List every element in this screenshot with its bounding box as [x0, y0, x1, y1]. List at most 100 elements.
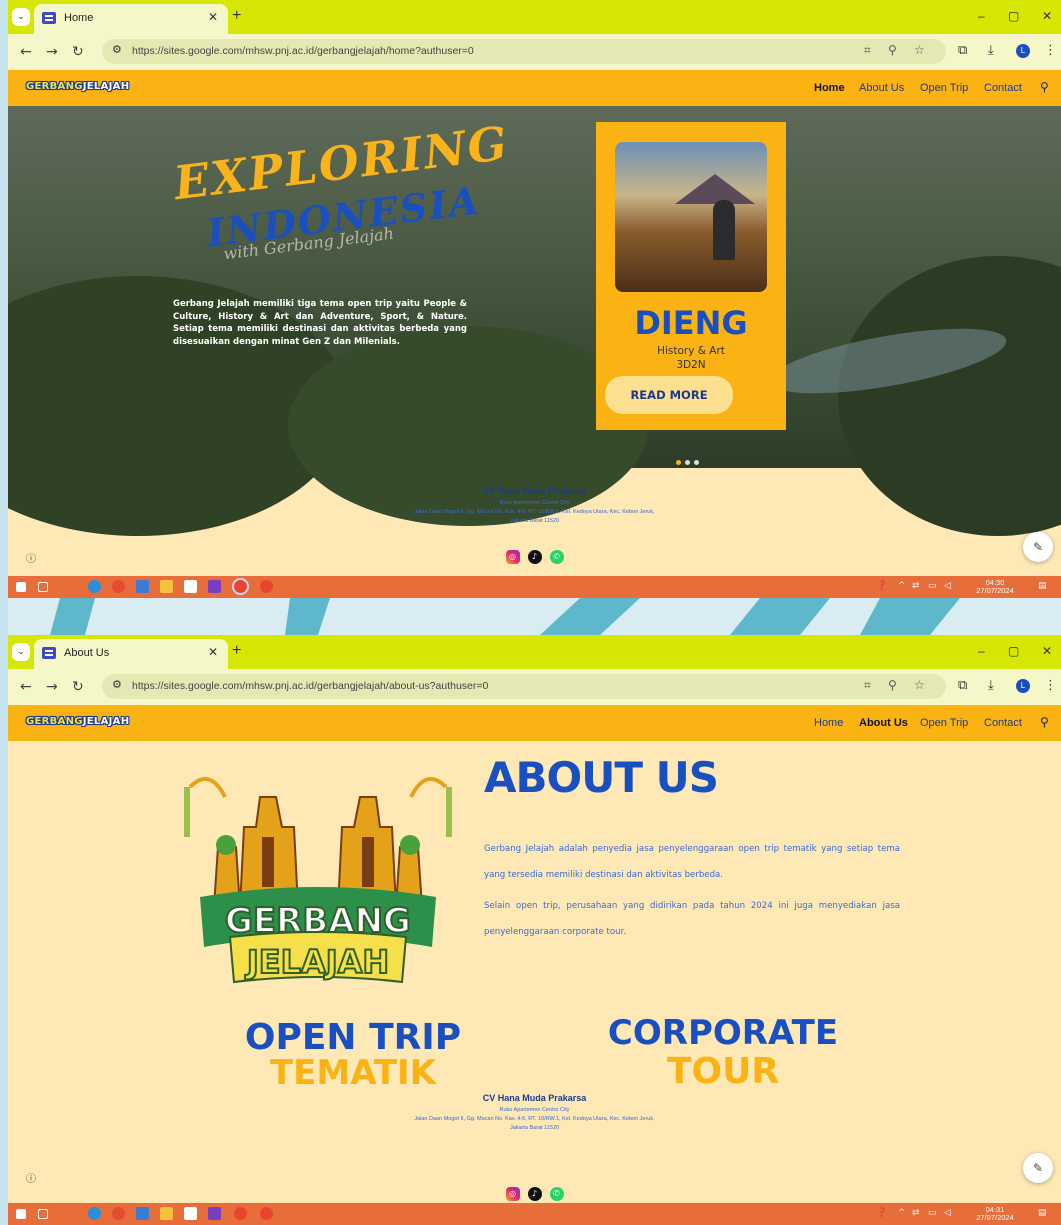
tiktok-icon[interactable]: ♪	[527, 549, 542, 564]
nav-contact[interactable]: Contact	[984, 717, 1022, 729]
edge-icon[interactable]	[88, 1207, 101, 1220]
store-icon[interactable]	[136, 1207, 149, 1220]
carousel-dot[interactable]	[694, 460, 699, 465]
help-icon[interactable]: ❓	[876, 581, 887, 591]
profile-avatar[interactable]: L	[1016, 44, 1030, 58]
tab-search-dropdown-icon[interactable]: ⌄	[12, 643, 30, 661]
nav-home[interactable]: Home	[814, 82, 845, 94]
instagram-icon[interactable]: ◎	[505, 1186, 520, 1201]
whatsapp-icon[interactable]: ✆	[549, 549, 564, 564]
chrome-window-icon[interactable]	[260, 580, 273, 593]
back-icon[interactable]: ←	[20, 679, 32, 695]
edit-pencil-icon[interactable]: ✎	[1023, 1153, 1053, 1183]
notification-icon[interactable]: ▤	[1038, 1208, 1047, 1218]
browser-menu-icon[interactable]: ⋮	[1044, 678, 1057, 693]
notepad-icon[interactable]	[184, 580, 197, 593]
browser-tab-home[interactable]: Home ✕	[34, 4, 228, 34]
extensions-icon[interactable]: ⧉	[958, 43, 967, 58]
chrome-window-icon[interactable]	[234, 1207, 247, 1220]
forward-icon[interactable]: →	[46, 679, 58, 695]
reload-icon[interactable]: ↻	[72, 44, 84, 60]
minimize-icon[interactable]: –	[978, 9, 985, 23]
restore-icon[interactable]: ▢	[1008, 644, 1019, 658]
translate-icon[interactable]: ⌗	[864, 43, 871, 58]
edit-pencil-icon[interactable]: ✎	[1023, 532, 1053, 562]
extensions-icon[interactable]: ⧉	[958, 678, 967, 693]
instagram-icon[interactable]: ◎	[505, 549, 520, 564]
nav-open-trip[interactable]: Open Trip	[920, 82, 968, 94]
window-close-icon[interactable]: ✕	[1042, 9, 1052, 23]
battery-icon[interactable]: ▭	[928, 581, 937, 591]
whatsapp-icon[interactable]: ✆	[549, 1186, 564, 1201]
browser-tab-about-us[interactable]: About Us ✕	[34, 639, 228, 669]
zoom-icon[interactable]: ⚲	[888, 678, 897, 692]
new-tab-button[interactable]: +	[232, 7, 241, 25]
restore-icon[interactable]: ▢	[1008, 9, 1019, 23]
volume-icon[interactable]: ◁	[944, 1208, 951, 1218]
forward-icon[interactable]: →	[46, 44, 58, 60]
battery-icon[interactable]: ▭	[928, 1208, 937, 1218]
file-explorer-icon[interactable]	[160, 1207, 173, 1220]
back-icon[interactable]: ←	[20, 44, 32, 60]
chrome-icon[interactable]	[112, 580, 125, 593]
file-explorer-icon[interactable]	[160, 580, 173, 593]
address-bar[interactable]: ⚙ https://sites.google.com/mhsw.pnj.ac.i…	[102, 39, 946, 64]
tray-chevron-icon[interactable]: ^	[898, 581, 906, 591]
translate-icon[interactable]: ⌗	[864, 678, 871, 693]
address-bar[interactable]: ⚙ https://sites.google.com/mhsw.pnj.ac.i…	[102, 674, 946, 699]
browser-menu-icon[interactable]: ⋮	[1044, 43, 1057, 58]
task-view-icon[interactable]	[38, 1209, 48, 1219]
tab-search-dropdown-icon[interactable]: ⌄	[12, 8, 30, 26]
tiktok-icon[interactable]: ♪	[527, 1186, 542, 1201]
tab-close-icon[interactable]: ✕	[208, 645, 218, 659]
profile-avatar[interactable]: L	[1016, 679, 1030, 693]
download-icon[interactable]: ⤓	[988, 43, 994, 58]
help-icon[interactable]: ❓	[876, 1208, 887, 1218]
footer-company: CV Hana Muda Prakarsa	[482, 1093, 587, 1103]
new-tab-button[interactable]: +	[232, 642, 241, 660]
notepad-icon[interactable]	[184, 1207, 197, 1220]
bookmark-star-icon[interactable]: ☆	[914, 43, 925, 57]
window-close-icon[interactable]: ✕	[1042, 644, 1052, 658]
site-logo[interactable]: GERBANGJELAJAH	[26, 716, 129, 727]
carousel-dot[interactable]	[676, 460, 681, 465]
site-info-icon[interactable]: ⓘ	[26, 1170, 36, 1185]
edge-icon[interactable]	[88, 580, 101, 593]
nav-contact[interactable]: Contact	[984, 82, 1022, 94]
site-settings-icon[interactable]: ⚙	[112, 43, 122, 56]
chrome-window-icon[interactable]	[232, 578, 249, 595]
social-links: ◎ ♪ ✆	[8, 1183, 1061, 1202]
windows-start-icon[interactable]	[16, 582, 26, 592]
nav-about-us[interactable]: About Us	[859, 82, 904, 94]
network-icon[interactable]: ⇄	[912, 581, 920, 591]
clock[interactable]: 04:31 27/07/2024	[970, 1206, 1020, 1222]
tray-chevron-icon[interactable]: ^	[898, 1208, 906, 1218]
windows-start-icon[interactable]	[16, 1209, 26, 1219]
site-search-icon[interactable]: ⚲	[1040, 715, 1049, 729]
site-info-icon[interactable]: ⓘ	[26, 550, 36, 565]
site-search-icon[interactable]: ⚲	[1040, 80, 1049, 94]
notification-icon[interactable]: ▤	[1038, 581, 1047, 591]
chrome-icon[interactable]	[112, 1207, 125, 1220]
nav-about-us[interactable]: About Us	[859, 717, 908, 729]
bookmark-star-icon[interactable]: ☆	[914, 678, 925, 692]
reload-icon[interactable]: ↻	[72, 679, 84, 695]
chrome-window-icon[interactable]	[260, 1207, 273, 1220]
read-more-button[interactable]: READ MORE	[605, 376, 733, 414]
task-view-icon[interactable]	[38, 582, 48, 592]
network-icon[interactable]: ⇄	[912, 1208, 920, 1218]
tab-close-icon[interactable]: ✕	[208, 10, 218, 24]
nav-home[interactable]: Home	[814, 717, 843, 729]
download-icon[interactable]: ⤓	[988, 678, 994, 693]
app-icon[interactable]	[208, 1207, 221, 1220]
app-icon[interactable]	[208, 580, 221, 593]
carousel-dot[interactable]	[685, 460, 690, 465]
minimize-icon[interactable]: –	[978, 644, 985, 658]
store-icon[interactable]	[136, 580, 149, 593]
site-logo[interactable]: GERBANGJELAJAH	[26, 81, 129, 92]
site-settings-icon[interactable]: ⚙	[112, 678, 122, 691]
zoom-icon[interactable]: ⚲	[888, 43, 897, 57]
volume-icon[interactable]: ◁	[944, 581, 951, 591]
nav-open-trip[interactable]: Open Trip	[920, 717, 968, 729]
clock[interactable]: 04:30 27/07/2024	[970, 579, 1020, 595]
